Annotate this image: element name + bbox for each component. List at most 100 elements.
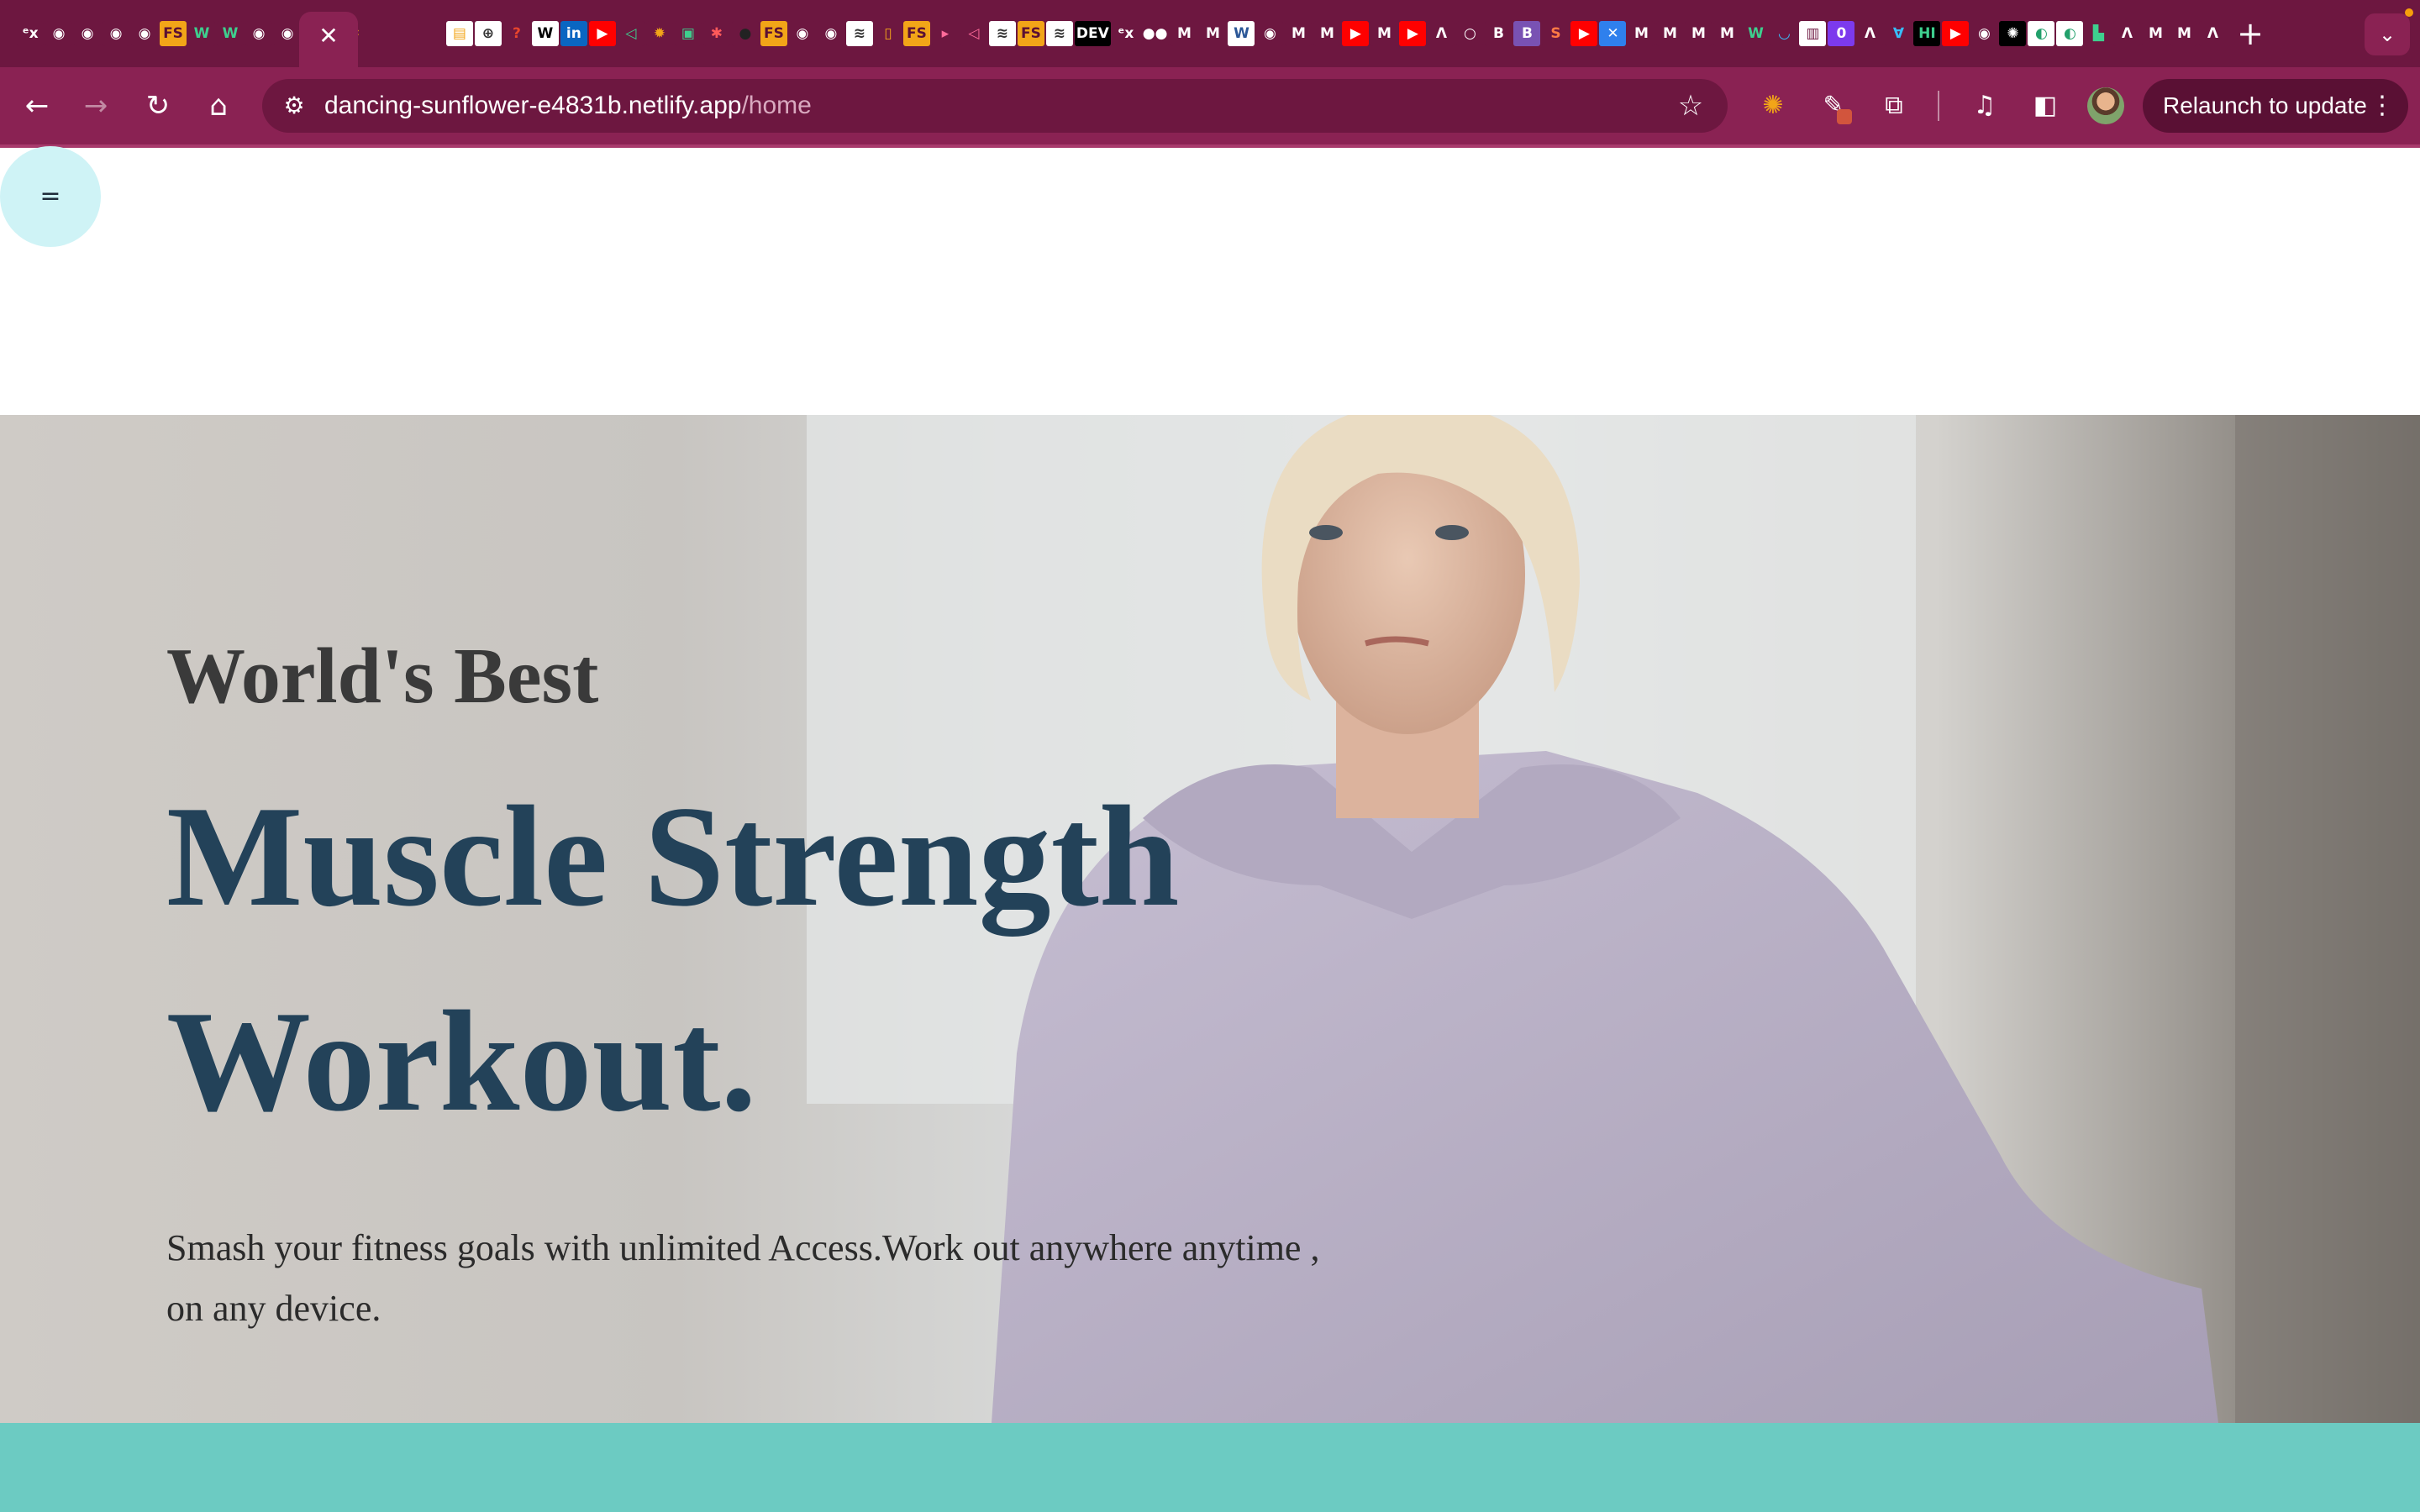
- right-tab-favicon-61[interactable]: Λ: [2199, 21, 2218, 46]
- right-tab-favicon-42[interactable]: M: [1656, 21, 1684, 46]
- right-tab-favicon-22[interactable]: DEV: [1074, 21, 1111, 46]
- right-tab-favicon-13[interactable]: ◉: [817, 21, 844, 46]
- profile-avatar[interactable]: [2087, 87, 2124, 124]
- right-tab-favicon-9[interactable]: ✱: [702, 21, 730, 46]
- right-tab-favicon-1[interactable]: ⊕: [474, 21, 502, 46]
- new-tab-button[interactable]: +: [2232, 15, 2269, 52]
- right-tab-favicon-19[interactable]: ≋: [988, 21, 1016, 46]
- right-tab-favicon-4[interactable]: in: [560, 21, 587, 46]
- right-tab-favicon-59[interactable]: M: [2142, 21, 2170, 46]
- tab-search-chevron-icon[interactable]: ⌄: [2365, 13, 2410, 55]
- right-tab-favicon-14[interactable]: ≋: [845, 21, 873, 46]
- right-tab-favicon-2[interactable]: ?: [502, 21, 530, 46]
- right-tab-favicon-23[interactable]: ᵉx: [1112, 21, 1139, 46]
- hero-text-block: World's Best Muscle Strength Workout. Sm…: [166, 622, 1343, 1339]
- reload-icon[interactable]: ↻: [138, 86, 178, 126]
- right-tab-favicon-56[interactable]: ◐: [2056, 21, 2084, 46]
- right-tab-favicon-3[interactable]: W: [531, 21, 559, 46]
- right-tab-favicon-57[interactable]: ▙: [2085, 21, 2112, 46]
- right-tab-favicon-47[interactable]: ▥: [1799, 21, 1827, 46]
- site-info-tune-icon[interactable]: ⚙: [277, 89, 311, 123]
- wall-right-dark: [2235, 415, 2420, 1423]
- url-text[interactable]: dancing-sunflower-e4831b.netlify.app/hom…: [324, 79, 812, 133]
- right-tab-favicon-11[interactable]: FS: [760, 21, 787, 46]
- right-tab-favicon-18[interactable]: ◁: [960, 21, 987, 46]
- right-tab-favicon-24[interactable]: ●●: [1140, 21, 1170, 46]
- right-tab-favicon-10[interactable]: ●: [731, 21, 759, 46]
- color-picker-extension-icon[interactable]: ✎: [1813, 86, 1854, 126]
- right-tab-favicon-40[interactable]: ✕: [1599, 21, 1627, 46]
- right-tab-favicon-54[interactable]: ✺: [1999, 21, 2027, 46]
- left-tab-favicon-4[interactable]: ◉: [131, 21, 158, 46]
- right-tab-favicon-49[interactable]: Λ: [1856, 21, 1884, 46]
- right-tab-favicon-27[interactable]: W: [1228, 21, 1255, 46]
- menu-toggle-button[interactable]: =: [0, 146, 101, 247]
- right-tab-favicon-8[interactable]: ▣: [674, 21, 702, 46]
- side-panel-icon[interactable]: ◧: [2025, 86, 2065, 126]
- close-tab-icon[interactable]: ✕: [316, 24, 341, 49]
- right-tab-favicon-12[interactable]: ◉: [788, 21, 816, 46]
- right-tab-favicon-6[interactable]: ◁: [617, 21, 644, 46]
- right-tab-favicon-26[interactable]: M: [1199, 21, 1227, 46]
- more-menu-icon[interactable]: ⋮: [2370, 79, 2395, 133]
- left-tab-favicon-1[interactable]: ◉: [45, 21, 72, 46]
- right-tab-favicon-30[interactable]: M: [1313, 21, 1341, 46]
- right-tab-favicon-15[interactable]: ▯: [874, 21, 902, 46]
- right-tab-favicon-36[interactable]: B: [1485, 21, 1512, 46]
- hero-subtext: Smash your fitness goals with unlimited …: [166, 1227, 1320, 1329]
- right-tab-favicon-28[interactable]: ◉: [1256, 21, 1284, 46]
- relaunch-to-update-button[interactable]: Relaunch to update ⋮: [2143, 79, 2408, 133]
- right-tab-favicon-38[interactable]: S: [1542, 21, 1570, 46]
- right-tab-favicon-34[interactable]: Λ: [1428, 21, 1455, 46]
- back-arrow-icon[interactable]: ←: [17, 86, 57, 126]
- right-tab-favicon-32[interactable]: M: [1370, 21, 1398, 46]
- forward-arrow-icon[interactable]: →: [76, 86, 116, 126]
- right-tab-favicon-52[interactable]: ▶: [1942, 21, 1970, 46]
- right-tab-favicon-41[interactable]: M: [1628, 21, 1655, 46]
- right-tab-favicon-60[interactable]: M: [2170, 21, 2198, 46]
- active-tab[interactable]: ✕: [299, 12, 358, 67]
- right-tab-favicon-17[interactable]: ▸: [931, 21, 959, 46]
- right-tab-favicon-20[interactable]: FS: [1017, 21, 1044, 46]
- right-tab-favicon-43[interactable]: M: [1685, 21, 1712, 46]
- media-controls-icon[interactable]: ♫: [1965, 86, 2005, 126]
- left-tab-favicon-7[interactable]: W: [217, 21, 244, 46]
- left-tab-favicon-9[interactable]: ◉: [274, 21, 301, 46]
- right-tab-favicon-53[interactable]: ◉: [1970, 21, 1998, 46]
- right-tab-favicon-50[interactable]: ∀: [1885, 21, 1912, 46]
- right-tab-favicon-31[interactable]: ▶: [1342, 21, 1370, 46]
- hero-headline: Muscle Strength Workout.: [166, 777, 1180, 1142]
- right-tab-favicon-58[interactable]: Λ: [2113, 21, 2141, 46]
- right-tab-favicon-29[interactable]: M: [1285, 21, 1313, 46]
- right-tab-favicon-7[interactable]: ✹: [645, 21, 673, 46]
- right-tab-favicon-25[interactable]: M: [1171, 21, 1198, 46]
- right-tab-favicon-37[interactable]: B: [1513, 21, 1541, 46]
- left-tab-favicon-8[interactable]: ◉: [245, 21, 272, 46]
- right-tab-favicon-48[interactable]: 0: [1828, 21, 1855, 46]
- right-tab-favicon-51[interactable]: HI: [1913, 21, 1941, 46]
- right-tab-favicon-45[interactable]: W: [1742, 21, 1770, 46]
- home-icon[interactable]: ⌂: [198, 86, 239, 126]
- right-tab-favicon-21[interactable]: ≋: [1045, 21, 1073, 46]
- left-tab-favicon-5[interactable]: FS: [160, 21, 187, 46]
- relaunch-label: Relaunch to update: [2163, 92, 2367, 118]
- left-tab-favicon-6[interactable]: W: [188, 21, 215, 46]
- right-tab-favicon-0[interactable]: ▤: [445, 21, 473, 46]
- extensions-puzzle-icon[interactable]: ⧉: [1874, 86, 1914, 126]
- extension-badge: [1837, 109, 1852, 124]
- toolbar-divider: [1938, 91, 1939, 121]
- extension-icon[interactable]: ✺: [1753, 86, 1793, 126]
- address-bar[interactable]: ⚙ dancing-sunflower-e4831b.netlify.app/h…: [262, 79, 1728, 133]
- left-tab-favicon-0[interactable]: ᵉx: [17, 21, 44, 46]
- right-tab-favicon-5[interactable]: ▶: [588, 21, 616, 46]
- right-tab-favicon-39[interactable]: ▶: [1570, 21, 1598, 46]
- right-tab-favicon-46[interactable]: ◡: [1770, 21, 1798, 46]
- right-tab-favicon-55[interactable]: ◐: [2028, 21, 2055, 46]
- right-tab-favicon-44[interactable]: M: [1713, 21, 1741, 46]
- bookmark-star-icon[interactable]: ☆: [1674, 89, 1707, 123]
- left-tab-favicon-3[interactable]: ◉: [103, 21, 129, 46]
- left-tab-favicon-2[interactable]: ◉: [74, 21, 101, 46]
- right-tab-favicon-35[interactable]: ○: [1456, 21, 1484, 46]
- right-tab-favicon-16[interactable]: FS: [902, 21, 930, 46]
- right-tab-favicon-33[interactable]: ▶: [1399, 21, 1427, 46]
